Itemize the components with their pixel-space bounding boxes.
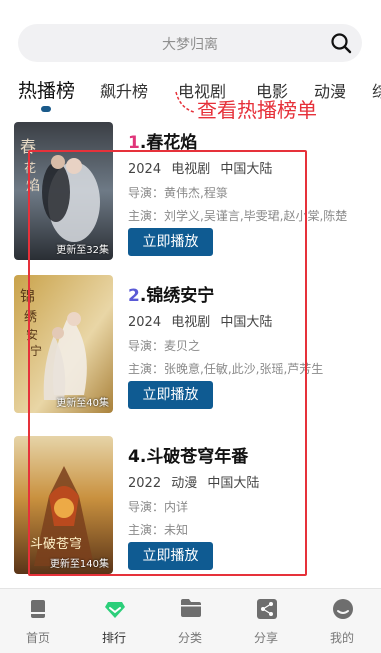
home-icon [31, 600, 45, 618]
cast: 主演：未知 [128, 523, 189, 537]
rank-number: 1 [128, 133, 140, 153]
nav-profile-label: 我的 [329, 631, 354, 645]
episode-badge: 更新至140集 [49, 559, 109, 570]
nav-share-label: 分享 [253, 631, 278, 645]
director: 导演：内详 [128, 500, 189, 514]
list-item[interactable]: 锦 绣 安 宁 更新至40集 2.锦绣安宁 2024 电视剧 中国大陆 导演：麦… [14, 275, 374, 415]
poster-image[interactable]: 春 花 焰 更新至32集 [14, 122, 113, 260]
title-text: 春花焰 [146, 133, 198, 153]
svg-text:焰: 焰 [26, 178, 40, 194]
svg-text:绣: 绣 [24, 310, 37, 325]
list-item[interactable]: 斗破苍穹 更新至140集 4.斗破苍穹年番 2022 动漫 中国大陆 导演：内详… [14, 436, 374, 576]
item-title[interactable]: 2.锦绣安宁 [128, 281, 214, 306]
tab-indicator [41, 106, 51, 112]
svg-text:安: 安 [26, 327, 38, 342]
year: 2022 [128, 476, 162, 491]
profile-icon [333, 599, 353, 619]
annotation-text: 查看热播榜单 [197, 98, 317, 122]
item-title[interactable]: 4.斗破苍穹年番 [128, 442, 248, 467]
svg-text:锦: 锦 [20, 287, 35, 305]
title-text: 锦绣安宁 [146, 286, 215, 306]
bottom-nav: 首页 排行 分类 分享 我的 [0, 588, 381, 653]
svg-text:斗破苍穹: 斗破苍穹 [30, 536, 82, 552]
nav-ranking[interactable]: 排行 [76, 589, 152, 653]
tab-anime[interactable]: 动漫 [314, 78, 346, 102]
nav-home[interactable]: 首页 [0, 589, 76, 653]
category-icon [181, 599, 201, 617]
item-meta: 2024 电视剧 中国大陆 [128, 158, 278, 177]
item-meta: 2024 电视剧 中国大陆 [128, 311, 278, 330]
tab-variety[interactable]: 综 [372, 78, 381, 102]
poster-image[interactable]: 锦 绣 安 宁 更新至40集 [14, 275, 113, 413]
list-item[interactable]: 春 花 焰 更新至32集 1.春花焰 2024 电视剧 中国大陆 导演：黄伟杰,… [14, 122, 374, 262]
director: 导演：黄伟杰,程箓 [128, 186, 228, 200]
item-meta: 2022 动漫 中国大陆 [128, 472, 265, 491]
episode-badge: 更新至32集 [56, 245, 109, 256]
ranking-icon [105, 602, 125, 618]
svg-text:花: 花 [24, 160, 36, 175]
category: 电视剧 [171, 315, 211, 330]
cast: 主演：刘学义,吴谨言,毕雯珺,赵小棠,陈楚 [128, 209, 348, 223]
nav-profile[interactable]: 我的 [304, 589, 380, 653]
rank-number: 2 [128, 286, 140, 306]
poster-image[interactable]: 斗破苍穹 更新至140集 [14, 436, 113, 574]
region: 中国大陆 [207, 476, 260, 491]
item-title[interactable]: 1.春花焰 [128, 128, 197, 153]
nav-category-label: 分类 [177, 631, 202, 645]
year: 2024 [128, 162, 162, 177]
director: 导演：麦贝之 [128, 339, 201, 353]
nav-ranking-label: 排行 [101, 631, 126, 645]
play-button[interactable]: 立即播放 [128, 542, 213, 570]
search-placeholder[interactable]: 大梦归离 [18, 34, 362, 54]
play-button[interactable]: 立即播放 [128, 228, 213, 256]
search-bar[interactable]: 大梦归离 [18, 24, 362, 62]
nav-category[interactable]: 分类 [152, 589, 228, 653]
title-text: 斗破苍穹年番 [146, 447, 249, 467]
nav-share[interactable]: 分享 [228, 589, 304, 653]
rank-number: 4 [128, 447, 140, 467]
tab-rising[interactable]: 飙升榜 [100, 78, 148, 102]
cast: 主演：张晚意,任敏,此沙,张瑶,芦芳生 [128, 362, 324, 376]
region: 中国大陆 [220, 162, 273, 177]
play-button[interactable]: 立即播放 [128, 381, 213, 409]
region: 中国大陆 [220, 315, 273, 330]
svg-text:宁: 宁 [30, 343, 42, 358]
share-icon [257, 599, 277, 619]
search-icon[interactable] [330, 32, 352, 54]
category: 电视剧 [171, 162, 211, 177]
category: 动漫 [171, 476, 198, 491]
svg-text:春: 春 [20, 137, 36, 156]
episode-badge: 更新至40集 [56, 398, 109, 409]
tab-hot[interactable]: 热播榜 [18, 76, 75, 103]
nav-home-label: 首页 [25, 631, 50, 645]
year: 2024 [128, 315, 162, 330]
